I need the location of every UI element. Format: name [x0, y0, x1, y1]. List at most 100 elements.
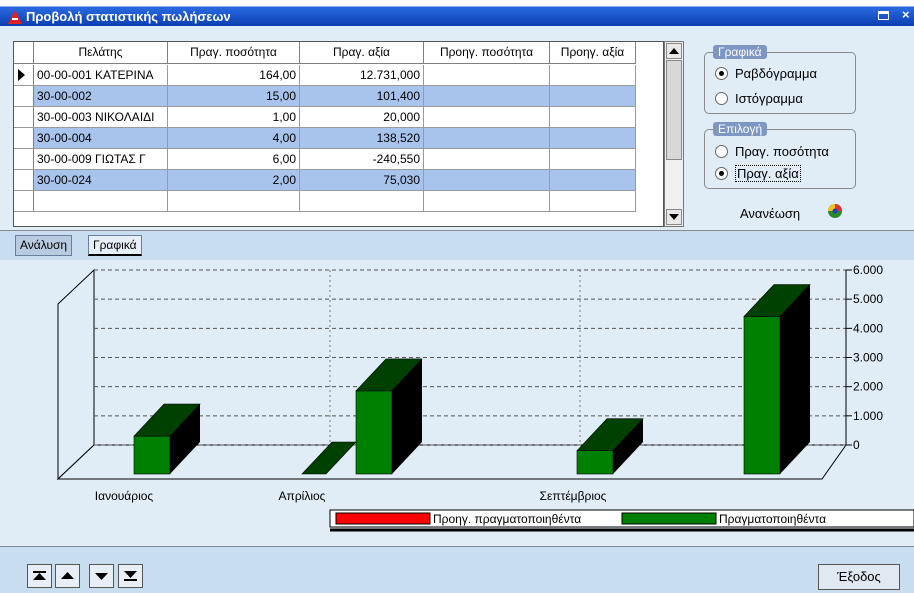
radio-selected-icon	[715, 67, 728, 80]
bar-front-face	[355, 390, 393, 475]
col-actual-qty[interactable]: Πραγ. ποσότητα	[168, 42, 300, 64]
table-cell-prev-qty[interactable]	[424, 128, 550, 148]
table-cell-customer[interactable]: 30-00-002	[34, 86, 168, 106]
table-cell-prev-value[interactable]	[550, 191, 636, 211]
table-row[interactable]: 30-00-024 2,00 75,030	[14, 170, 636, 191]
first-record-button[interactable]	[27, 564, 52, 588]
current-row-arrow-icon	[18, 69, 25, 81]
table-cell-prev-qty[interactable]	[424, 149, 550, 169]
col-prev-value[interactable]: Προηγ. αξία	[550, 42, 636, 64]
y-tick-label: 2.000	[853, 380, 883, 394]
table-row[interactable]: 00-00-001 ΚΑΤΕΡΙΝΑ 164,00 12.731,000	[14, 65, 636, 86]
table-cell-prev-qty[interactable]	[424, 107, 550, 127]
table-header: Πελάτης Πραγ. ποσότητα Πραγ. αξία Προηγ.…	[14, 42, 636, 64]
row-indicator	[14, 191, 34, 211]
maximize-button[interactable]	[878, 11, 889, 20]
table-cell-customer[interactable]: 00-00-001 ΚΑΤΕΡΙΝΑ	[34, 65, 168, 85]
bar-side-face	[780, 284, 810, 474]
table-cell-customer[interactable]	[34, 191, 168, 211]
row-indicator	[14, 170, 34, 190]
refresh-label[interactable]: Ανανέωση	[740, 206, 800, 221]
table-cell-value[interactable]	[300, 191, 424, 211]
table-row[interactable]	[14, 191, 636, 212]
title-bar: Προβολή στατιστικής πωλήσεων ×	[0, 0, 914, 26]
last-icon	[124, 571, 137, 581]
row-indicator	[14, 86, 34, 106]
x-category-label: Απρίλιος	[279, 489, 326, 503]
previous-record-button[interactable]	[55, 564, 80, 588]
table-cell-qty[interactable]	[168, 191, 300, 211]
radio-selected-icon	[715, 167, 728, 180]
close-button[interactable]: ×	[902, 7, 910, 22]
legend-label-prev: Προηγ. πραγματοποιηθέντα	[433, 512, 581, 526]
col-customer[interactable]: Πελάτης	[34, 42, 168, 64]
table-cell-qty[interactable]: 4,00	[168, 128, 300, 148]
table-cell-customer[interactable]: 30-00-003 ΝΙΚΟΛΑΙΔΙ	[34, 107, 168, 127]
table-cell-qty[interactable]: 1,00	[168, 107, 300, 127]
bar-front-face	[133, 435, 171, 475]
table-cell-customer[interactable]: 30-00-024	[34, 170, 168, 190]
table-cell-value[interactable]: 12.731,000	[300, 65, 424, 85]
table-row[interactable]: 30-00-002 15,00 101,400	[14, 86, 636, 107]
radio-label: Πραγ. αξία	[735, 165, 801, 182]
table-cell-prev-value[interactable]	[550, 65, 636, 85]
table-cell-value[interactable]: -240,550	[300, 149, 424, 169]
table-cell-prev-value[interactable]	[550, 128, 636, 148]
tab-charts[interactable]: Γραφικά	[88, 235, 142, 256]
tabs-bar: Ανάλυση Γραφικά	[0, 230, 914, 260]
app-logo-icon	[8, 10, 22, 24]
table-cell-prev-qty[interactable]	[424, 65, 550, 85]
table-cell-value[interactable]: 20,000	[300, 107, 424, 127]
table-cell-customer[interactable]: 30-00-004	[34, 128, 168, 148]
table-cell-customer[interactable]: 30-00-009 ΓΙΩΤΑΣ Γ	[34, 149, 168, 169]
y-tick-label: 6.000	[853, 263, 883, 277]
table-cell-prev-value[interactable]	[550, 149, 636, 169]
radio-bar-chart[interactable]: Ραβδόγραμμα	[715, 66, 817, 81]
table-cell-qty[interactable]: 164,00	[168, 65, 300, 85]
scroll-down-arrow-icon[interactable]	[666, 209, 682, 225]
radio-label: Ιστόγραμμα	[735, 91, 803, 106]
radio-actual-value[interactable]: Πραγ. αξία	[715, 165, 801, 182]
table-cell-prev-qty[interactable]	[424, 86, 550, 106]
next-record-button[interactable]	[89, 564, 114, 588]
table-cell-qty[interactable]: 6,00	[168, 149, 300, 169]
scroll-up-arrow-icon[interactable]	[666, 43, 682, 59]
table-cell-qty[interactable]: 15,00	[168, 86, 300, 106]
row-indicator	[14, 107, 34, 127]
table-cell-prev-value[interactable]	[550, 86, 636, 106]
prev-icon	[61, 572, 74, 579]
table-row[interactable]: 30-00-004 4,00 138,520	[14, 128, 636, 149]
chart-type-group-title: Γραφικά	[713, 45, 767, 59]
customer-stats-table[interactable]: Πελάτης Πραγ. ποσότητα Πραγ. αξία Προηγ.…	[13, 41, 664, 227]
refresh-icon[interactable]	[826, 202, 844, 220]
last-record-button[interactable]	[118, 564, 143, 588]
chart-type-group: Γραφικά Ραβδόγραμμα Ιστόγραμμα	[704, 45, 856, 114]
tab-analysis[interactable]: Ανάλυση	[15, 235, 73, 256]
col-actual-value[interactable]: Πραγ. αξία	[300, 42, 424, 64]
radio-actual-qty[interactable]: Πραγ. ποσότητα	[715, 144, 829, 159]
next-icon	[95, 573, 108, 580]
row-indicator	[14, 128, 34, 148]
window-title: Προβολή στατιστικής πωλήσεων	[26, 9, 231, 24]
scroll-thumb[interactable]	[666, 60, 682, 160]
table-cell-prev-value[interactable]	[550, 107, 636, 127]
table-row[interactable]: 30-00-009 ΓΙΩΤΑΣ Γ 6,00 -240,550	[14, 149, 636, 170]
table-row[interactable]: 30-00-003 ΝΙΚΟΛΑΙΔΙ 1,00 20,000	[14, 107, 636, 128]
table-cell-value[interactable]: 138,520	[300, 128, 424, 148]
table-cell-prev-qty[interactable]	[424, 170, 550, 190]
bar-front-face	[576, 450, 614, 475]
table-cell-prev-qty[interactable]	[424, 191, 550, 211]
bar-front-face	[743, 316, 781, 475]
col-prev-qty[interactable]: Προηγ. ποσότητα	[424, 42, 550, 64]
exit-button[interactable]: Έξοδος	[818, 564, 900, 590]
y-tick-label: 0	[853, 438, 860, 452]
table-cell-value[interactable]: 101,400	[300, 86, 424, 106]
table-vertical-scrollbar[interactable]	[664, 41, 684, 227]
y-tick-label: 3.000	[853, 351, 883, 365]
table-cell-value[interactable]: 75,030	[300, 170, 424, 190]
sales-stats-window: Προβολή στατιστικής πωλήσεων × Πελάτης Π…	[0, 0, 914, 593]
radio-histogram[interactable]: Ιστόγραμμα	[715, 91, 803, 106]
table-cell-qty[interactable]: 2,00	[168, 170, 300, 190]
sales-bar-chart: 0 1.000 2.000 3.000 4.000 5.000 6.000 Ιανουάριο…	[56, 263, 914, 532]
table-cell-prev-value[interactable]	[550, 170, 636, 190]
